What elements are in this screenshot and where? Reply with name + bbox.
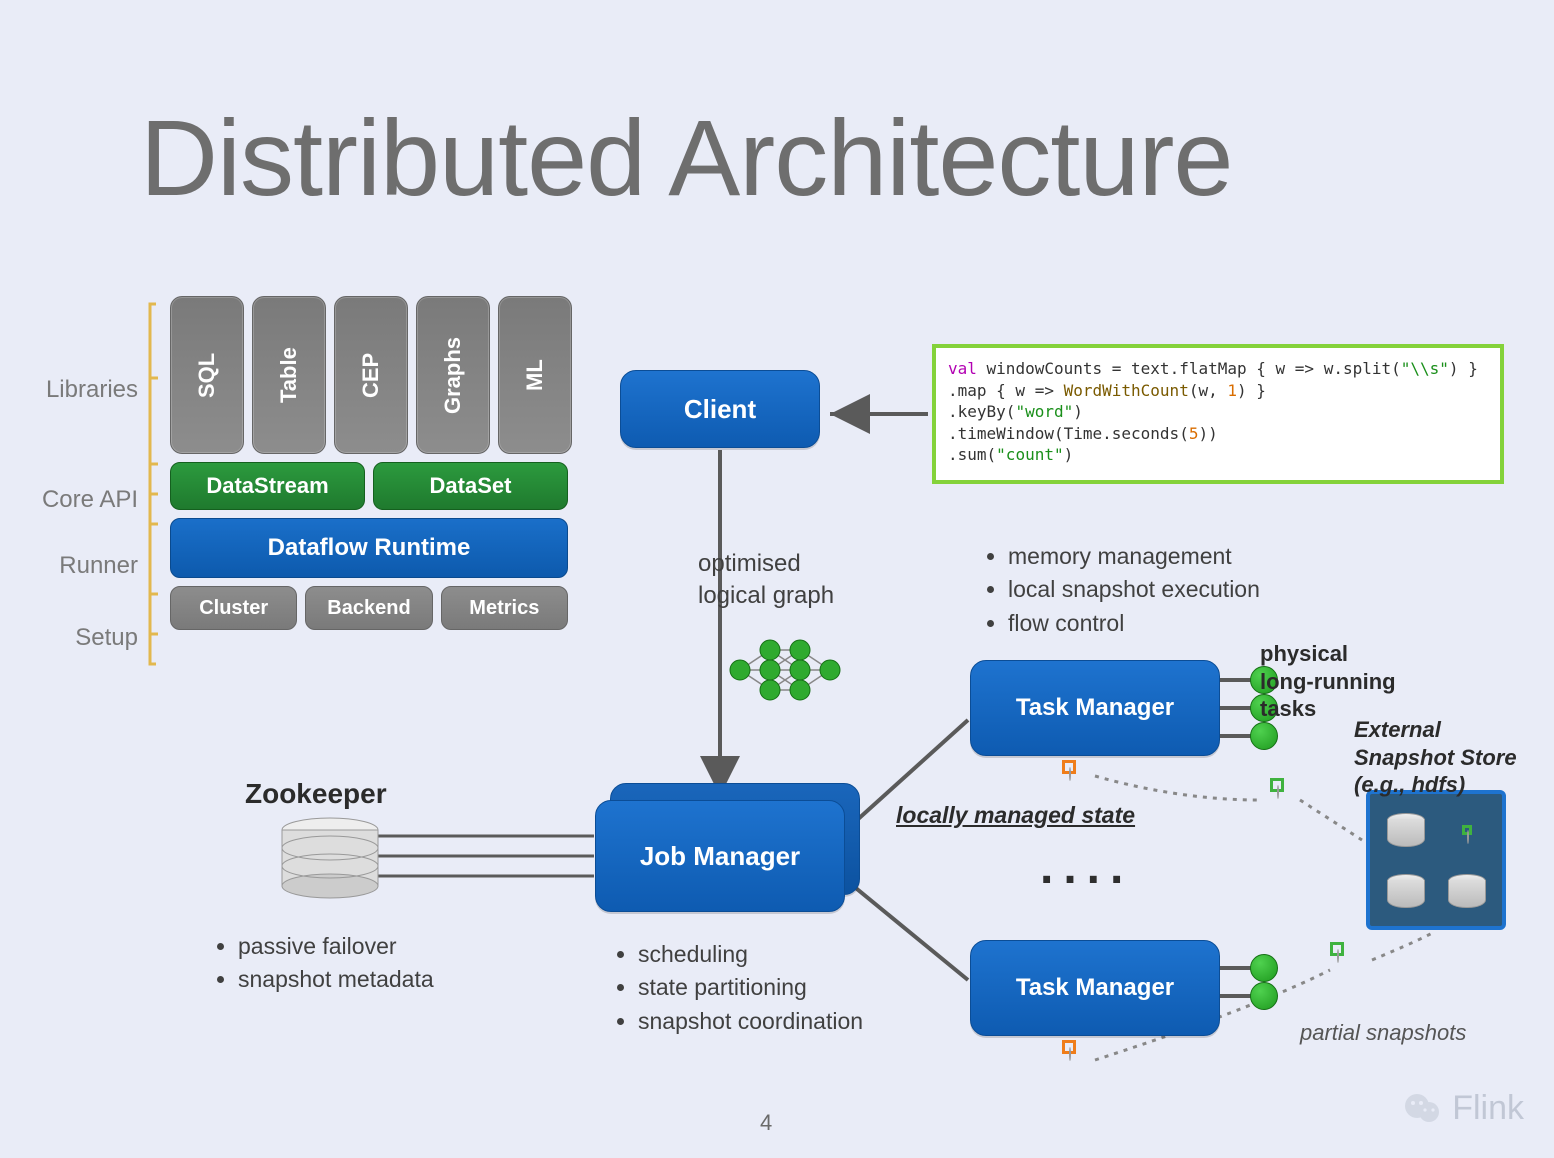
task-manager-bullets: memory management local snapshot executi… [980,540,1260,640]
db-icon [1387,874,1425,908]
lib-sql: SQL [170,296,244,454]
page-number: 4 [760,1110,772,1136]
optimised-graph-label: optimisedlogical graph [698,548,834,613]
external-store-label: External Snapshot Store (e.g., hdfs) [1354,716,1517,799]
wechat-icon [1402,1088,1442,1128]
api-dataset: DataSet [373,462,568,510]
locally-managed-state-label: locally managed state [896,800,1135,831]
partial-snapshot-db-2 [1330,942,1344,961]
physical-tasks-label: physical long-running tasks [1260,640,1396,723]
external-snapshot-store [1366,790,1506,930]
code-kw: val [948,359,977,378]
list-item: passive failover [238,930,434,963]
local-state-db-1 [1062,760,1076,779]
local-state-db-2 [1062,1040,1076,1059]
api-datastream: DataStream [170,462,365,510]
setup-cluster: Cluster [170,586,297,630]
partial-snapshot-db-1 [1270,778,1284,797]
partial-snapshots-label: partial snapshots [1300,1020,1466,1046]
db-icon [1448,874,1486,908]
core-api-row: DataStream DataSet [170,462,568,510]
lib-cep: CEP [334,296,408,454]
runner-box: Dataflow Runtime [170,518,568,578]
task-manager-node-1: Task Manager [970,660,1220,756]
list-item: memory management [1008,540,1260,573]
db-icon [1387,813,1425,847]
list-item: scheduling [638,938,863,971]
label-libraries: Libraries [46,376,138,404]
code-snippet: val windowCounts = text.flatMap { w => w… [932,344,1504,484]
task-manager-node-2: Task Manager [970,940,1220,1036]
task-dot [1250,982,1278,1010]
zookeeper-label: Zookeeper [245,778,387,810]
task-dot [1250,722,1278,750]
task-dot [1250,954,1278,982]
label-runner: Runner [59,552,138,580]
lib-graphs: Graphs [416,296,490,454]
job-manager-node: Job Manager [595,800,845,912]
api-stack: SQL Table CEP Graphs ML DataStream DataS… [170,296,572,630]
list-item: flow control [1008,607,1260,640]
lib-ml: ML [498,296,572,454]
list-item: snapshot coordination [638,1005,863,1038]
label-core-api: Core API [42,486,138,514]
zookeeper-bullets: passive failover snapshot metadata [210,930,434,997]
setup-backend: Backend [305,586,432,630]
lib-table: Table [252,296,326,454]
watermark: Flink [1402,1088,1524,1128]
libraries-row: SQL Table CEP Graphs ML [170,296,572,454]
list-item: state partitioning [638,971,863,1004]
ellipsis-icon: .... [1040,840,1133,895]
client-node: Client [620,370,820,448]
setup-row: Cluster Backend Metrics [170,586,568,630]
label-setup: Setup [75,624,138,652]
page-title: Distributed Architecture [140,95,1233,220]
setup-metrics: Metrics [441,586,568,630]
list-item: snapshot metadata [238,963,434,996]
list-item: local snapshot execution [1008,573,1260,606]
job-manager-bullets: scheduling state partitioning snapshot c… [610,938,863,1038]
watermark-text: Flink [1452,1089,1524,1128]
